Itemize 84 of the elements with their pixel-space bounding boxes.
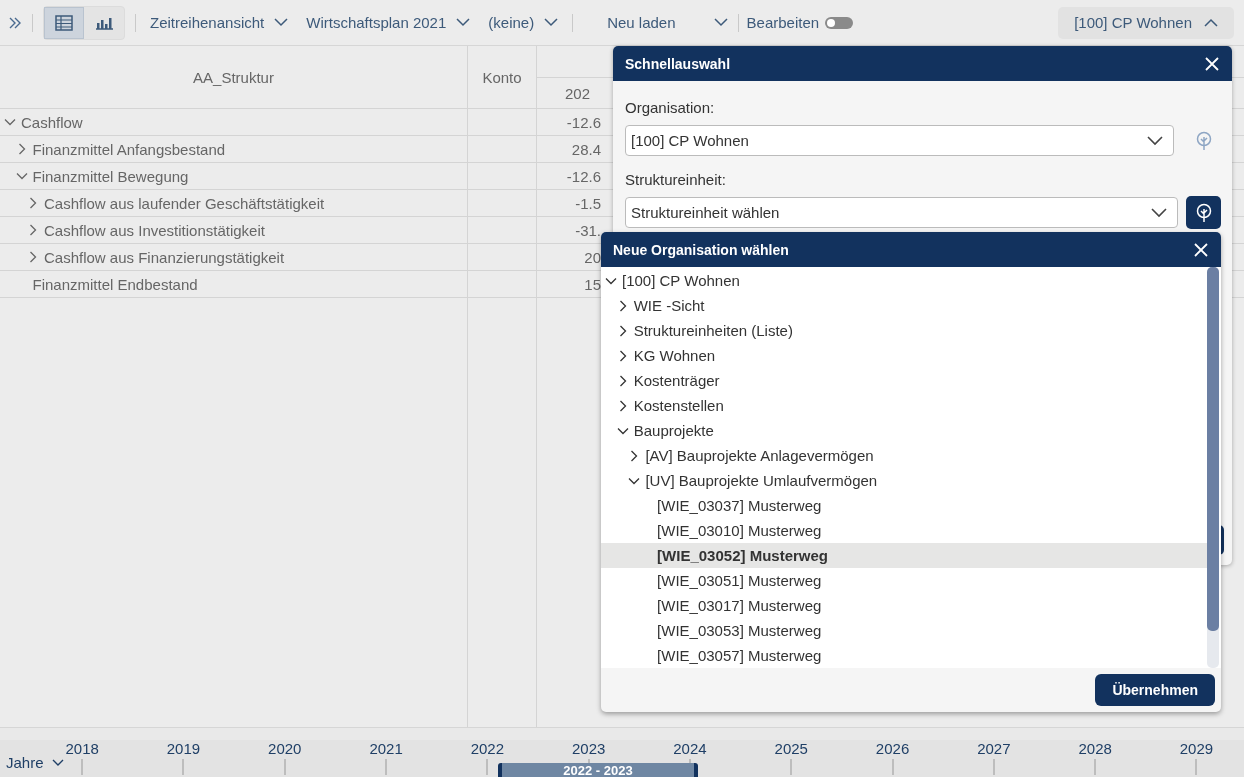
scrollbar[interactable] (1207, 267, 1219, 668)
edit-label: Bearbeiten (746, 14, 820, 31)
chevron-down-icon (544, 18, 559, 27)
field-label: Struktureinheit: (625, 171, 727, 188)
row-label: Cashflow (21, 113, 83, 131)
table-view-tab[interactable] (44, 6, 84, 39)
row-label: Cashflow aus laufender Geschäftstätigkeit (44, 194, 325, 212)
table-cell-text: -1.5 (574, 194, 601, 212)
close-icon[interactable] (1194, 242, 1208, 257)
table-cell-text: 20 (583, 248, 601, 266)
year-label: 2020 (268, 740, 302, 757)
chevron-down-icon[interactable] (4, 116, 16, 128)
close-icon[interactable] (1205, 56, 1219, 71)
tree-item[interactable]: [WIE_03057] Musterweg (601, 643, 1207, 668)
bar-chart-icon (95, 15, 113, 30)
year-label: 2019 (166, 740, 201, 757)
table-cell-text: -31. (574, 221, 601, 239)
chevron-up-icon (1204, 18, 1218, 27)
organisation-button[interactable]: [100] CP Wohnen (1058, 6, 1234, 39)
chevron-down-icon (456, 18, 471, 27)
chevron-down-icon (1147, 135, 1164, 146)
tree-item[interactable]: [WIE_03010] Musterweg (601, 518, 1207, 543)
year-label: 2028 (1078, 740, 1112, 757)
tree-item[interactable]: [WIE_03051] Musterweg (601, 568, 1207, 593)
double-chevron-icon[interactable] (8, 15, 22, 30)
tree-item[interactable]: Kostenträger (601, 368, 1207, 393)
tree-item[interactable]: [WIE_03052] Musterweg (601, 543, 1207, 568)
tree-icon (1194, 130, 1213, 151)
table-cell-text: 15 (583, 275, 601, 293)
unit-dropdown[interactable]: Jahre (0, 740, 64, 771)
table-cell-text: -12.6 (565, 113, 601, 131)
row-label: Cashflow aus Investitionstätigkeit (44, 221, 265, 239)
organisation-select[interactable]: [100] CP Wohnen (625, 125, 1175, 156)
tree-item[interactable]: KG Wohnen (601, 343, 1207, 368)
tree-icon (1194, 202, 1213, 223)
year-label: 2021 (369, 740, 403, 757)
year-label: 2029 (1179, 740, 1214, 757)
tree-item[interactable]: [WIE_03053] Musterweg (601, 618, 1207, 643)
structure-unit-select[interactable]: Struktureinheit wählen (625, 197, 1178, 228)
tree-item[interactable]: Bauprojekte (601, 418, 1207, 443)
tree-item[interactable]: [UV] Bauprojekte Umlaufvermögen (601, 468, 1207, 493)
chevron-down-icon (1151, 207, 1167, 218)
toolbar-dropdown[interactable]: Zeitreihenansicht (146, 14, 293, 31)
tree-button[interactable] (1186, 196, 1221, 229)
column-subheader: 202 (564, 83, 592, 104)
row-label: Cashflow aus Finanzierungstätigkeit (44, 248, 285, 266)
table-icon (55, 14, 73, 31)
chevron-down-icon[interactable] (713, 18, 728, 27)
apply-button[interactable]: Übernehmen (1095, 674, 1215, 706)
reload-button[interactable]: Neu laden (603, 14, 680, 31)
chevron-down-icon[interactable] (15, 170, 28, 182)
edit-switch[interactable] (825, 16, 854, 29)
dialog-title: Neue Organisation wählen (613, 241, 789, 258)
year-label: 2018 (65, 740, 99, 757)
row-label: Finanzmittel Anfangsbestand (32, 140, 226, 158)
field-label: Organisation: (625, 99, 716, 116)
table-cell-text: 28.4 (570, 140, 601, 158)
chevron-right-icon[interactable] (27, 197, 39, 209)
chevron-right-icon[interactable] (27, 224, 39, 236)
chevron-down-icon (51, 758, 64, 767)
column-header: AA_Struktur (0, 46, 468, 109)
tree-item[interactable]: WIE -Sicht (601, 293, 1207, 318)
toolbar-dropdown[interactable]: Wirtschaftsplan 2021 (302, 14, 475, 31)
table-cell-text: -12.6 (565, 167, 601, 185)
row-label: Finanzmittel Endbestand (32, 275, 198, 293)
year-label: 2024 (673, 740, 707, 757)
tree-item[interactable]: Kostenstellen (601, 393, 1207, 418)
tree-item[interactable]: [100] CP Wohnen (601, 268, 1207, 293)
column-header: Konto (468, 46, 537, 109)
range-selector[interactable]: 2022 - 2023 (498, 763, 698, 777)
tree-item[interactable]: [AV] Bauprojekte Anlagevermögen (601, 443, 1207, 468)
tree-item[interactable]: [WIE_03037] Musterweg (601, 493, 1207, 518)
chevron-down-icon (274, 18, 289, 27)
year-label: 2023 (571, 740, 606, 757)
tree-item[interactable]: [WIE_03017] Musterweg (601, 593, 1207, 618)
year-label: 2026 (875, 740, 910, 757)
chevron-right-icon[interactable] (27, 251, 39, 263)
year-label: 2022 (470, 740, 505, 757)
panel-title: Schnellauswahl (625, 55, 731, 72)
toolbar-dropdown[interactable]: (keine) (484, 14, 563, 31)
year-label: 2025 (774, 740, 808, 757)
year-label: 2027 (977, 740, 1011, 757)
row-label: Finanzmittel Bewegung (32, 167, 189, 185)
tree-item[interactable]: Struktureinheiten (Liste) (601, 318, 1207, 343)
